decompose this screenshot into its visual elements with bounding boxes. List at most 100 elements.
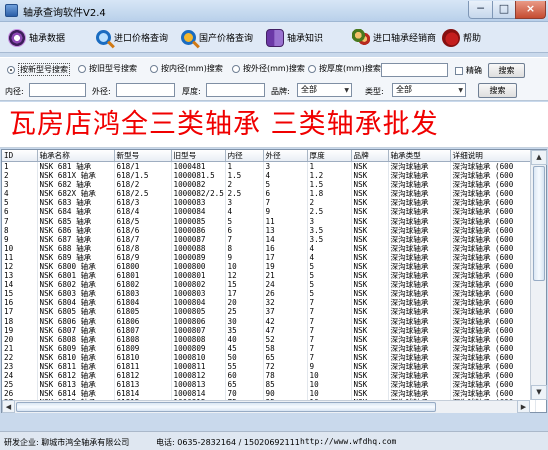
table-cell: 7 (307, 316, 352, 326)
inner-diameter-input[interactable] (29, 83, 86, 97)
table-cell: 11 (2, 252, 38, 262)
column-header-old-model[interactable]: 旧型号 (171, 150, 226, 162)
table-cell: 19 (263, 261, 308, 272)
table-cell: 1000805 (171, 307, 226, 317)
table-cell: 8 (2, 225, 38, 235)
outer-diameter-input[interactable] (116, 83, 175, 97)
table-cell: NSK (351, 343, 389, 353)
table-row[interactable]: 2 NSK 681X 轴承 618/1.5 1000081.5 1.5 4 1.2 NSK 深沟… (2, 171, 536, 181)
table-row[interactable]: 23 NSK 6811 轴承 61811 1000811 55 72 9 NSK 深沟球轴承 深沟… (2, 361, 536, 372)
brand-select[interactable]: 全部 (297, 83, 352, 97)
table-cell: 1000806 (171, 316, 226, 326)
scroll-up-icon[interactable]: ▲ (531, 150, 547, 165)
table-row[interactable]: 20 NSK 6808 轴承 61808 1000808 40 52 7 NSK 深沟球轴承 深沟… (2, 334, 536, 344)
table-row[interactable]: 19 NSK 6807 轴承 61807 1000807 35 47 7 NSK 深沟球轴承 深沟… (2, 325, 536, 335)
table-cell: NSK (351, 234, 389, 244)
table-cell: NSK 6801 轴承 (37, 271, 115, 281)
developer-text: 研发企业: 聊城市鸿全轴承有限公司 (4, 438, 130, 447)
radio-outer-diameter[interactable]: 按外径(mm)搜索 (232, 63, 305, 74)
column-header-brand[interactable]: 品牌 (351, 150, 389, 162)
table-row[interactable]: 5 NSK 683 轴承 618/3 1000083 3 7 2 NSK 深沟球轴承 深沟球轴承 … (2, 198, 536, 208)
table-row[interactable]: 24 NSK 6812 轴承 61812 1000812 60 78 10 NSK 深沟球轴承深… (2, 371, 536, 381)
radio-old-model[interactable]: 按旧型号搜索 (78, 63, 137, 74)
table-cell: 1.5 (307, 180, 352, 190)
table-row[interactable]: 21 NSK 6809 轴承 61809 1000809 45 58 7 NSK 深沟球轴承 深沟… (2, 343, 536, 353)
bearing-knowledge-button[interactable]: 轴承知识 (266, 26, 323, 49)
table-row[interactable]: 4 NSK 682X 轴承 618/2.5 1000082/2.5 2.5 6 1.8 NSK… (2, 189, 536, 199)
table-cell: 61805 (114, 307, 172, 317)
table-cell: NSK (351, 389, 389, 399)
column-header-name[interactable]: 轴承名称 (37, 150, 115, 162)
table-cell: NSK (351, 280, 389, 290)
close-button[interactable]: × (515, 1, 546, 19)
column-header-type[interactable]: 轴承类型 (388, 150, 451, 162)
window-title: 轴承查询软件V2.4 (23, 8, 106, 19)
table-row[interactable]: 25 NSK 6813 轴承 61813 1000813 65 85 10 NSK 深沟球轴承深… (2, 380, 536, 390)
table-row[interactable]: 15 NSK 6803 轴承 61803 1000803 17 26 5 NSK 深沟球轴承 深沟… (2, 289, 536, 299)
table-row[interactable]: 22 NSK 6810 轴承 61810 1000810 50 65 7 NSK 深沟球轴承 深沟… (2, 352, 536, 362)
table-cell: 65 (225, 380, 264, 390)
table-row[interactable]: 26 NSK 6814 轴承 61814 1000814 70 90 10 NSK 深沟球轴承深… (2, 389, 536, 399)
column-header-new-model[interactable]: 新型号 (114, 150, 172, 162)
radio-new-model[interactable]: 按新型号搜索 (7, 63, 70, 76)
column-header-outer[interactable]: 外径 (263, 150, 308, 162)
column-header-id[interactable]: ID (2, 150, 38, 162)
table-row[interactable]: 8 NSK 686 轴承 618/6 1000086 6 13 3.5 NSK 深沟球轴承 深沟球… (2, 225, 536, 235)
help-button[interactable]: 帮助 (442, 26, 481, 49)
scroll-right-icon[interactable]: ▶ (517, 400, 530, 413)
table-cell: 1000804 (171, 298, 226, 308)
keyword-input[interactable] (381, 63, 448, 77)
table-cell: NSK 6806 轴承 (37, 316, 115, 326)
column-header-inner[interactable]: 内径 (225, 150, 264, 162)
radio-thickness[interactable]: 按厚度(mm)搜索 (308, 63, 381, 74)
table-cell: 90 (263, 389, 308, 399)
table-cell: 1000081.5 (171, 171, 226, 181)
domestic-price-query-button[interactable]: 国产价格查询 (181, 26, 253, 49)
filter-search-button[interactable]: 搜索 (478, 83, 517, 98)
column-header-detail[interactable]: 详细说明 (450, 150, 536, 162)
table-row[interactable]: 17 NSK 6805 轴承 61805 1000805 25 37 7 NSK 深沟球轴承 深沟… (2, 307, 536, 317)
table-row[interactable]: 18 NSK 6806 轴承 61806 1000806 30 42 7 NSK 深沟球轴承 深沟… (2, 316, 536, 326)
vertical-scrollbar[interactable]: ▲ ▼ (530, 150, 547, 400)
table-cell: 16 (263, 243, 308, 253)
column-header-thickness[interactable]: 厚度 (307, 150, 352, 162)
table-cell: 深沟球轴承 (388, 180, 451, 190)
table-cell: 1000086 (171, 225, 226, 235)
type-select[interactable]: 全部 (392, 83, 466, 97)
website-link[interactable]: http://www.wfdhq.com (300, 437, 396, 446)
table-row[interactable]: 3 NSK 682 轴承 618/2 1000082 2 5 1.5 NSK 深沟球轴承 深沟球轴… (2, 180, 536, 190)
table-row[interactable]: 12 NSK 6800 轴承 61800 1000800 10 19 5 NSK 深沟球轴承 深沟… (2, 261, 536, 272)
bearing-data-button[interactable]: 轴承数据 (8, 26, 65, 49)
table-row[interactable]: 6 NSK 684 轴承 618/4 1000084 4 9 2.5 NSK 深沟球轴承 深沟球轴… (2, 207, 536, 217)
table-cell: 10 (307, 380, 352, 390)
table-cell: NSK 6812 轴承 (37, 371, 115, 381)
table-cell: 6 (263, 189, 308, 199)
table-cell: 32 (263, 298, 308, 308)
radio-inner-diameter[interactable]: 按内径(mm)搜索 (150, 63, 223, 74)
table-row[interactable]: 10 NSK 688 轴承 618/8 1000088 8 16 4 NSK 深沟球轴承 深沟球轴… (2, 243, 536, 253)
exact-checkbox[interactable]: 精确 (455, 65, 482, 76)
table-cell: 22 (2, 352, 38, 362)
horizontal-scrollbar[interactable]: ◀ ▶ (2, 400, 530, 413)
table-row[interactable]: 16 NSK 6804 轴承 61804 1000804 20 32 7 NSK 深沟球轴承 深沟… (2, 298, 536, 308)
thickness-input[interactable] (206, 83, 265, 97)
table-row[interactable]: 7 NSK 685 轴承 618/5 1000085 5 11 3 NSK 深沟球轴承 深沟球轴承… (2, 216, 536, 226)
horizontal-scroll-thumb[interactable] (16, 402, 436, 412)
scroll-left-icon[interactable]: ◀ (2, 400, 15, 413)
search-button[interactable]: 搜索 (488, 63, 525, 78)
minimize-button[interactable]: ─ (468, 1, 493, 19)
table-cell: NSK 682X 轴承 (37, 189, 115, 199)
vertical-scroll-thumb[interactable] (533, 166, 545, 281)
table-cell: 7 (307, 334, 352, 344)
import-price-query-button[interactable]: 进口价格查询 (96, 26, 168, 49)
table-row[interactable]: 1 NSK 681 轴承 618/1 1000481 1 3 1 NSK 深沟球轴承 深沟球轴承 … (2, 161, 536, 171)
table-cell: NSK 6813 轴承 (37, 380, 115, 390)
table-row[interactable]: 11 NSK 689 轴承 618/9 1000089 9 17 4 NSK 深沟球轴承 深沟球轴… (2, 252, 536, 262)
scroll-down-icon[interactable]: ▼ (531, 385, 547, 400)
table-row[interactable]: 9 NSK 687 轴承 618/7 1000087 7 14 3.5 NSK 深沟球轴承 深沟球… (2, 234, 536, 244)
table-row[interactable]: 14 NSK 6802 轴承 61802 1000802 15 24 5 NSK 深沟球轴承 深沟… (2, 280, 536, 290)
table-cell: 17 (263, 252, 308, 262)
import-distributor-button[interactable]: 进口轴承经销商 (352, 26, 436, 49)
table-row[interactable]: 13 NSK 6801 轴承 61801 1000801 12 21 5 NSK 深沟球轴承 深沟… (2, 271, 536, 281)
maximize-button[interactable]: □ (492, 1, 516, 19)
